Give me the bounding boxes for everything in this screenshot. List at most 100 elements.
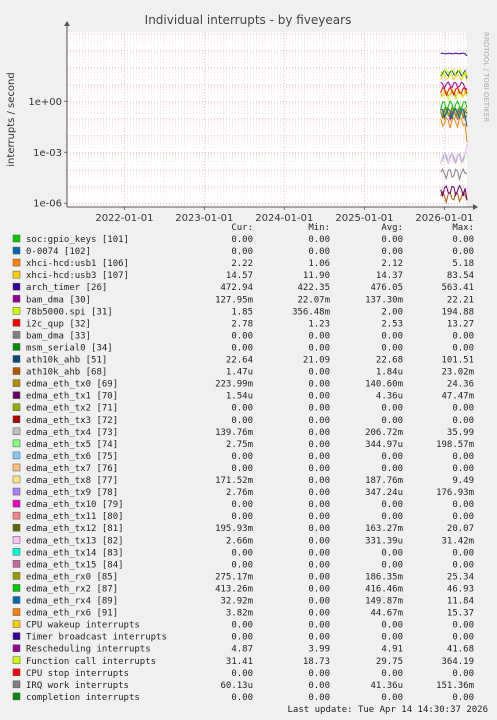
legend-value-avg: 344.97u bbox=[365, 440, 403, 450]
legend-swatch bbox=[12, 668, 21, 677]
legend-series-name: edma_eth_tx7 [76] bbox=[26, 464, 118, 474]
legend-value-avg: 206.72m bbox=[365, 428, 403, 438]
legend-value-avg: 4.36u bbox=[376, 392, 403, 402]
legend-value-max: 0.00 bbox=[452, 247, 474, 257]
legend-value-avg: 0.00 bbox=[381, 331, 403, 341]
legend-value-avg: 0.00 bbox=[381, 464, 403, 474]
legend-value-max: 0.00 bbox=[452, 331, 474, 341]
legend-value-avg: 416.46m bbox=[365, 584, 403, 594]
legend-series-name: edma_eth_tx11 [80] bbox=[26, 512, 124, 522]
legend-swatch bbox=[12, 270, 21, 279]
legend-value-max: 47.47m bbox=[441, 392, 474, 402]
legend-value-avg: 0.00 bbox=[381, 560, 403, 570]
legend-value-avg: 1.84u bbox=[376, 368, 403, 378]
legend-value-cur: 0.00 bbox=[231, 669, 253, 679]
legend-value-max: 13.27 bbox=[447, 319, 474, 329]
legend-series-name: edma_eth_tx1 [70] bbox=[26, 392, 118, 402]
legend-series-name: edma_eth_rx4 [89] bbox=[26, 597, 118, 607]
x-tick-label: 2022-01-01 bbox=[95, 213, 153, 224]
legend-swatch bbox=[12, 499, 21, 508]
legend-value-min: 0.00 bbox=[308, 488, 330, 498]
legend-swatch bbox=[12, 511, 21, 520]
legend-swatch bbox=[12, 620, 21, 628]
legend-value-min: 0.00 bbox=[308, 536, 330, 546]
legend-value-avg: 0.00 bbox=[381, 693, 403, 703]
legend-value-avg: 140.60m bbox=[365, 380, 403, 390]
x-tick-label: 2023-01-01 bbox=[175, 213, 233, 224]
legend-value-min: 18.73 bbox=[303, 657, 330, 667]
legend-value-max: 0.00 bbox=[452, 464, 474, 474]
legend-value-max: 0.00 bbox=[452, 693, 474, 703]
legend-swatch bbox=[12, 644, 21, 652]
legend-series-name: msm_serial0 [34] bbox=[26, 343, 113, 353]
legend-value-min: 0.00 bbox=[308, 416, 330, 426]
plot-area bbox=[67, 32, 467, 207]
legend-value-avg: 4.91 bbox=[381, 645, 403, 655]
legend-value-cur: 0.00 bbox=[231, 500, 253, 510]
legend-value-max: 0.00 bbox=[452, 343, 474, 353]
legend-value-avg: 44.67m bbox=[370, 609, 403, 619]
legend-value-cur: 2.22 bbox=[231, 259, 253, 269]
legend-value-min: 0.00 bbox=[308, 500, 330, 510]
legend-value-avg: 347.24u bbox=[365, 488, 403, 498]
legend-value-avg: 0.00 bbox=[381, 247, 403, 257]
legend-value-cur: 0.00 bbox=[231, 247, 253, 257]
legend: Cur: Min: Avg: Max: soc:gpio_keys [101] 0.00 0… bbox=[12, 223, 474, 703]
legend-value-max: 46.93 bbox=[447, 584, 474, 594]
legend-swatch bbox=[12, 572, 21, 580]
legend-value-avg: 137.30m bbox=[365, 295, 403, 305]
legend-value-avg: 41.36u bbox=[370, 681, 403, 691]
legend-value-avg: 2.53 bbox=[381, 319, 403, 329]
legend-value-avg: 14.37 bbox=[376, 271, 403, 281]
legend-value-max: 24.36 bbox=[447, 380, 474, 390]
legend-swatch bbox=[12, 234, 21, 243]
legend-value-cur: 0.00 bbox=[231, 548, 253, 558]
legend-value-avg: 2.00 bbox=[381, 307, 403, 317]
legend-value-cur: 0.00 bbox=[231, 512, 253, 522]
y-tick-label: 1e-06 bbox=[33, 199, 62, 210]
legend-value-cur: 171.52m bbox=[215, 476, 253, 486]
legend-value-avg: 0.00 bbox=[381, 548, 403, 558]
legend-swatch bbox=[12, 584, 21, 592]
legend-swatch bbox=[12, 355, 21, 363]
legend-value-cur: 195.93m bbox=[215, 524, 253, 534]
legend-value-max: 0.00 bbox=[452, 512, 474, 522]
legend-value-cur: 0.00 bbox=[231, 416, 253, 426]
legend-series-name: Function call interrupts bbox=[26, 657, 156, 667]
legend-value-min: 422.35 bbox=[297, 283, 330, 293]
legend-value-cur: 22.64 bbox=[226, 356, 253, 366]
legend-series-name: completion interrupts bbox=[26, 693, 140, 703]
legend-value-max: 11.84 bbox=[447, 597, 474, 607]
legend-series-name: arch_timer [26] bbox=[26, 283, 107, 293]
legend-series-name: 78b5000.spi [31] bbox=[26, 307, 113, 317]
legend-value-min: 0.00 bbox=[308, 247, 330, 257]
legend-swatch bbox=[12, 331, 21, 339]
legend-series-name: edma_eth_tx6 [75] bbox=[26, 452, 118, 462]
legend-swatch bbox=[12, 608, 21, 616]
legend-value-cur: 2.76m bbox=[226, 488, 253, 498]
legend-value-avg: 2.12 bbox=[381, 259, 403, 269]
legend-value-cur: 127.95m bbox=[215, 295, 253, 305]
legend-value-min: 0.00 bbox=[308, 404, 330, 414]
legend-series-name: soc:gpio_keys [101] bbox=[26, 235, 129, 245]
y-tick-label: 1e-03 bbox=[33, 148, 62, 159]
legend-value-min: 0.00 bbox=[308, 693, 330, 703]
legend-value-max: 41.68 bbox=[447, 645, 474, 655]
legend-value-max: 0.00 bbox=[452, 633, 474, 643]
legend-swatch bbox=[12, 656, 21, 664]
legend-value-avg: 476.05 bbox=[370, 283, 403, 293]
legend-value-max: 22.21 bbox=[447, 295, 474, 305]
legend-series-name: 0-0074 [102] bbox=[26, 247, 91, 257]
legend-value-avg: 29.75 bbox=[376, 657, 403, 667]
legend-value-min: 0.00 bbox=[308, 368, 330, 378]
legend-value-avg: 0.00 bbox=[381, 621, 403, 631]
legend-series-name: edma_eth_tx2 [71] bbox=[26, 404, 118, 414]
legend-value-avg: 163.27m bbox=[365, 524, 403, 534]
y-tick-label: 1e+00 bbox=[28, 97, 62, 108]
legend-value-cur: 0.00 bbox=[231, 633, 253, 643]
legend-value-avg: 0.00 bbox=[381, 669, 403, 679]
legend-swatch bbox=[12, 475, 21, 484]
legend-value-avg: 0.00 bbox=[381, 235, 403, 245]
legend-value-max: 364.19 bbox=[441, 657, 474, 667]
legend-value-avg: 0.00 bbox=[381, 343, 403, 353]
